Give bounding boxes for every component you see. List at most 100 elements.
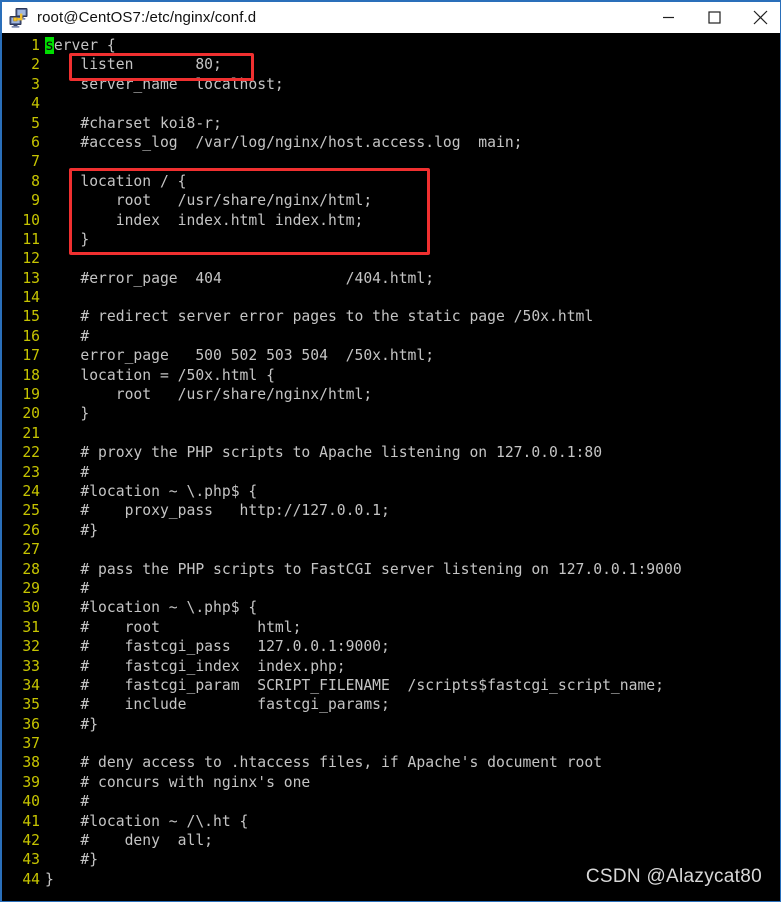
code-line: 22 # proxy the PHP scripts to Apache lis…: [2, 443, 780, 462]
line-number: 18: [22, 366, 40, 384]
watermark-text: CSDN @Alazycat80: [585, 866, 762, 887]
line-number: 16: [22, 327, 40, 345]
window-controls: [645, 2, 780, 33]
line-number: 25: [22, 502, 40, 520]
code-line-text: #: [45, 579, 90, 597]
code-line: 15 # redirect server error pages to the …: [2, 307, 780, 326]
code-line: 32 # fastcgi_pass 127.0.0.1:9000;: [2, 637, 780, 656]
code-line-text: #}: [45, 715, 99, 733]
line-number: 3: [31, 75, 40, 93]
code-line-text: #location ~ \.php$ {: [45, 599, 258, 617]
code-line: 19 root /usr/share/nginx/html;: [2, 385, 780, 404]
line-number: 24: [22, 482, 40, 500]
code-line: 38 # deny access to .htaccess files, if …: [2, 753, 780, 772]
code-line-text: #}: [45, 851, 99, 869]
code-line-text: server_name localhost;: [45, 75, 284, 93]
code-line-text: # fastcgi_param SCRIPT_FILENAME /scripts…: [45, 676, 664, 694]
window-title-bar[interactable]: root@CentOS7:/etc/nginx/conf.d: [2, 0, 780, 33]
title-bar-left-group: root@CentOS7:/etc/nginx/conf.d: [2, 7, 645, 28]
line-number: 27: [22, 541, 40, 559]
line-number: 32: [22, 638, 40, 656]
code-line: 25 # proxy_pass http://127.0.0.1;: [2, 501, 780, 520]
minimize-button[interactable]: [645, 2, 691, 33]
code-line-text: listen 80;: [45, 56, 222, 74]
code-line-text: location = /50x.html {: [45, 366, 275, 384]
code-line-text: #location ~ /\.ht {: [45, 812, 249, 830]
line-number: 22: [22, 444, 40, 462]
line-number: 1: [31, 37, 40, 54]
code-line: 8 location / {: [2, 172, 780, 191]
code-line-text: # include fastcgi_params;: [45, 696, 390, 714]
line-number: 10: [22, 211, 40, 229]
code-line-text: location / {: [45, 172, 187, 190]
code-line: 36 #}: [2, 715, 780, 734]
line-number: 8: [31, 172, 40, 190]
code-line: 2 listen 80;: [2, 55, 780, 74]
line-number: 41: [22, 812, 40, 830]
code-line-text: #access_log /var/log/nginx/host.access.l…: [45, 133, 523, 151]
code-line: 12: [2, 249, 780, 268]
code-line-text: #: [45, 327, 90, 345]
code-line: 40 #: [2, 792, 780, 811]
code-line: 39 # concurs with nginx's one: [2, 773, 780, 792]
code-line-text: # redirect server error pages to the sta…: [45, 308, 594, 326]
close-button[interactable]: [737, 2, 780, 33]
line-number: 37: [22, 735, 40, 753]
line-number: 11: [22, 230, 40, 248]
code-line: 26 #}: [2, 521, 780, 540]
code-line: 23 #: [2, 463, 780, 482]
code-line: 31 # root html;: [2, 618, 780, 637]
line-number: 30: [22, 599, 40, 617]
line-number: 31: [22, 618, 40, 636]
terminal-content-area[interactable]: 1 server {2 listen 80; 3 server_name local…: [2, 33, 780, 901]
code-line-text: }: [45, 405, 90, 423]
line-number: 40: [22, 793, 40, 811]
code-line: 6 #access_log /var/log/nginx/host.access…: [2, 133, 780, 152]
line-number: 39: [22, 773, 40, 791]
code-line-text: #: [45, 793, 90, 811]
line-number: 14: [22, 289, 40, 307]
code-line: 30 #location ~ \.php$ {: [2, 598, 780, 617]
line-number: 17: [22, 347, 40, 365]
code-line: 7: [2, 152, 780, 171]
code-line-text: # fastcgi_pass 127.0.0.1:9000;: [45, 638, 390, 656]
code-line: 28 # pass the PHP scripts to FastCGI ser…: [2, 560, 780, 579]
line-number: 23: [22, 463, 40, 481]
nginx-config-listing: 1 server {2 listen 80; 3 server_name local…: [2, 36, 780, 889]
line-number: 5: [31, 114, 40, 132]
code-line: 9 root /usr/share/nginx/html;: [2, 191, 780, 210]
line-number: 15: [22, 308, 40, 326]
line-number: 20: [22, 405, 40, 423]
code-line: 29 #: [2, 579, 780, 598]
putty-terminal-window: root@CentOS7:/etc/nginx/conf.d 1 server …: [0, 0, 781, 902]
maximize-button[interactable]: [691, 2, 737, 33]
code-line-text: root /usr/share/nginx/html;: [45, 386, 373, 404]
code-line: 41 #location ~ /\.ht {: [2, 812, 780, 831]
code-line-text: # deny access to .htaccess files, if Apa…: [45, 754, 603, 772]
code-line: 21: [2, 424, 780, 443]
code-line: 14: [2, 288, 780, 307]
line-number: 33: [22, 657, 40, 675]
code-line: 33 # fastcgi_index index.php;: [2, 657, 780, 676]
code-line-text: # fastcgi_index index.php;: [45, 657, 346, 675]
line-number: 42: [22, 832, 40, 850]
line-number: 12: [22, 250, 40, 268]
code-line: 42 # deny all;: [2, 831, 780, 850]
line-number: 35: [22, 696, 40, 714]
code-line: 34 # fastcgi_param SCRIPT_FILENAME /scri…: [2, 676, 780, 695]
line-number: 19: [22, 386, 40, 404]
line-number: 4: [31, 95, 40, 113]
line-number: 29: [22, 579, 40, 597]
line-number: 6: [31, 133, 40, 151]
code-line: 37: [2, 734, 780, 753]
line-number: 7: [31, 153, 40, 171]
code-line-text: # proxy the PHP scripts to Apache listen…: [45, 444, 603, 462]
code-line: 24 #location ~ \.php$ {: [2, 482, 780, 501]
putty-icon: [9, 7, 30, 28]
line-number: 36: [22, 715, 40, 733]
code-line: 10 index index.html index.htm;: [2, 211, 780, 230]
code-line-text: server {: [45, 37, 116, 54]
code-line-text: # pass the PHP scripts to FastCGI server…: [45, 560, 682, 578]
line-number: 28: [22, 560, 40, 578]
code-line: 18 location = /50x.html {: [2, 366, 780, 385]
